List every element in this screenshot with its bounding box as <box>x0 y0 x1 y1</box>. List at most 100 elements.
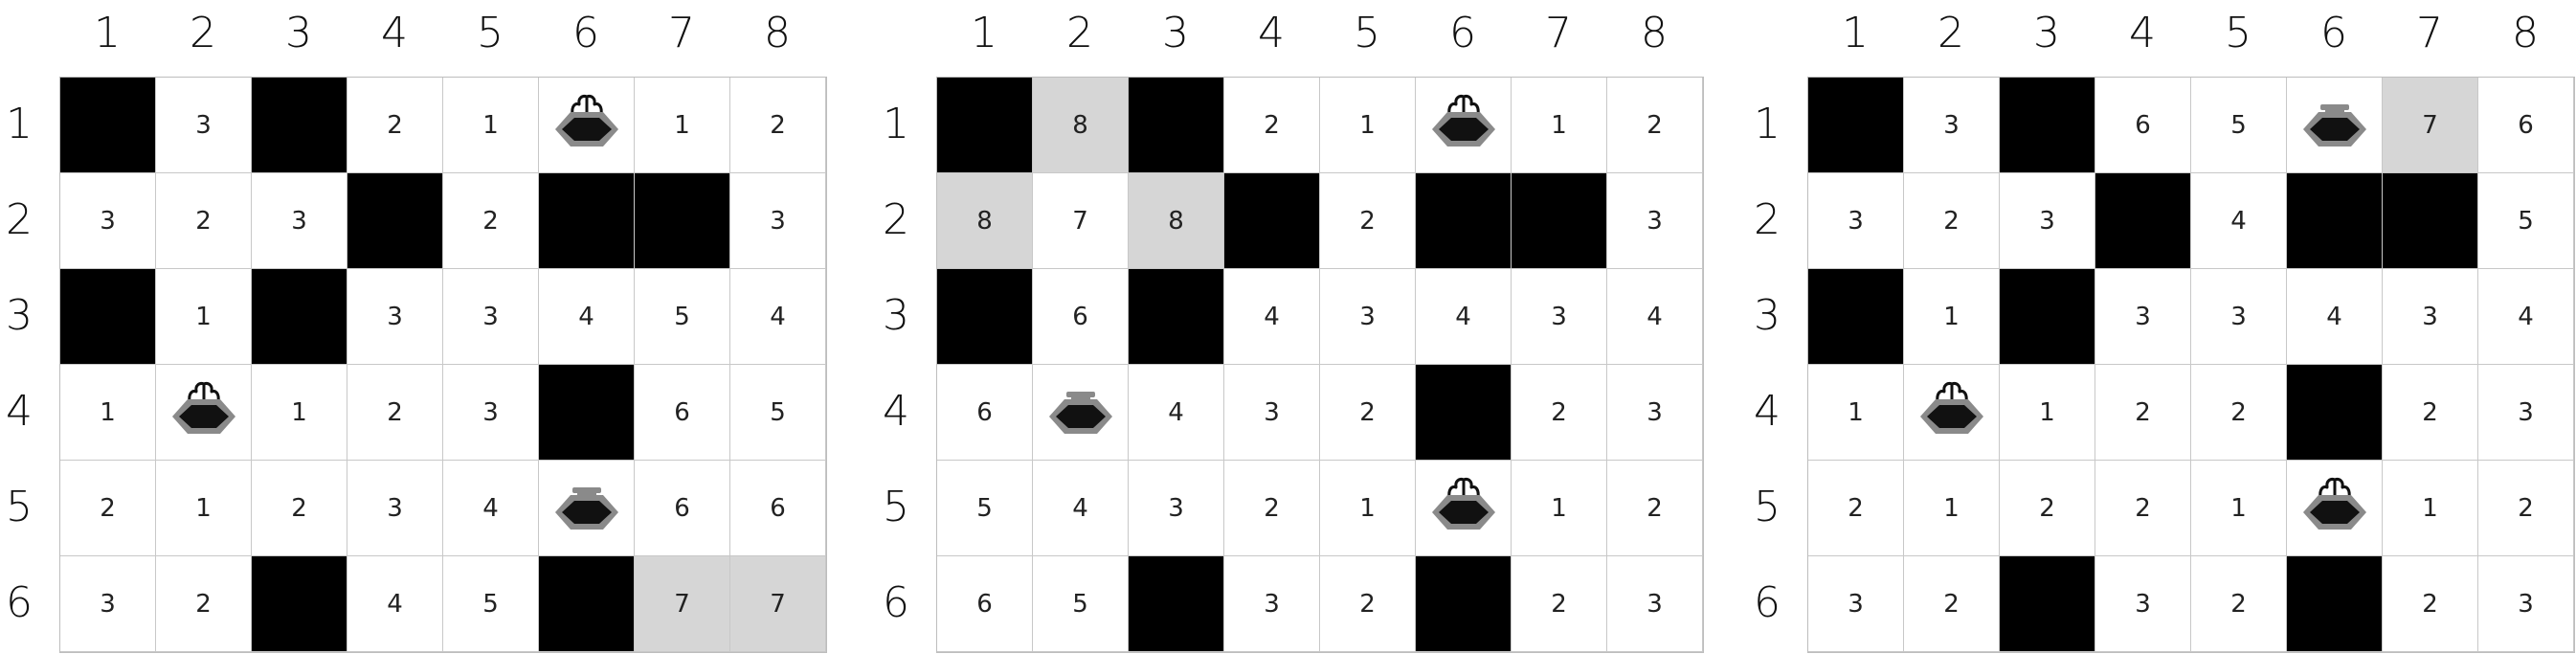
number-cell[interactable]: 3 <box>2478 556 2574 652</box>
highlighted-cell[interactable]: 7 <box>730 556 826 652</box>
fountain-cell[interactable] <box>1904 365 2000 461</box>
number-cell[interactable]: 1 <box>2191 461 2287 556</box>
fountain-cell[interactable] <box>1416 461 1512 556</box>
highlighted-cell[interactable]: 8 <box>1129 173 1224 269</box>
wall-cell[interactable] <box>1129 269 1224 365</box>
number-cell[interactable]: 3 <box>156 78 252 173</box>
number-cell[interactable]: 4 <box>1129 365 1224 461</box>
number-cell[interactable]: 2 <box>1607 78 1703 173</box>
wall-cell[interactable] <box>60 269 156 365</box>
fountain-cell[interactable] <box>2287 78 2383 173</box>
number-cell[interactable]: 3 <box>2383 269 2478 365</box>
number-cell[interactable]: 3 <box>730 173 826 269</box>
number-cell[interactable]: 5 <box>1033 556 1129 652</box>
wall-cell[interactable] <box>937 269 1033 365</box>
number-cell[interactable]: 3 <box>443 365 539 461</box>
wall-cell[interactable] <box>252 269 347 365</box>
number-cell[interactable]: 2 <box>156 556 252 652</box>
number-cell[interactable]: 4 <box>2191 173 2287 269</box>
number-cell[interactable]: 1 <box>1808 365 1904 461</box>
number-cell[interactable]: 2 <box>2191 556 2287 652</box>
number-cell[interactable]: 2 <box>1224 78 1320 173</box>
fountain-cell[interactable] <box>539 461 635 556</box>
number-cell[interactable]: 1 <box>252 365 347 461</box>
number-cell[interactable]: 4 <box>1416 269 1512 365</box>
wall-cell[interactable] <box>937 78 1033 173</box>
number-cell[interactable]: 6 <box>635 461 730 556</box>
wall-cell[interactable] <box>2095 173 2191 269</box>
number-cell[interactable]: 5 <box>937 461 1033 556</box>
number-cell[interactable]: 3 <box>2191 269 2287 365</box>
number-cell[interactable]: 1 <box>1320 78 1416 173</box>
number-cell[interactable]: 4 <box>2287 269 2383 365</box>
number-cell[interactable]: 3 <box>347 269 443 365</box>
number-cell[interactable]: 5 <box>2478 173 2574 269</box>
highlighted-cell[interactable]: 8 <box>937 173 1033 269</box>
number-cell[interactable]: 6 <box>2478 78 2574 173</box>
number-cell[interactable]: 3 <box>2478 365 2574 461</box>
number-cell[interactable]: 2 <box>347 78 443 173</box>
number-cell[interactable]: 6 <box>1033 269 1129 365</box>
number-cell[interactable]: 2 <box>1512 365 1607 461</box>
number-cell[interactable]: 3 <box>2000 173 2095 269</box>
wall-cell[interactable] <box>2287 173 2383 269</box>
number-cell[interactable]: 2 <box>2095 461 2191 556</box>
number-cell[interactable]: 2 <box>1512 556 1607 652</box>
number-cell[interactable]: 1 <box>156 461 252 556</box>
number-cell[interactable]: 4 <box>539 269 635 365</box>
fountain-cell[interactable] <box>2287 461 2383 556</box>
number-cell[interactable]: 3 <box>443 269 539 365</box>
number-cell[interactable]: 3 <box>1607 365 1703 461</box>
number-cell[interactable]: 1 <box>2383 461 2478 556</box>
number-cell[interactable]: 2 <box>1320 365 1416 461</box>
number-cell[interactable]: 2 <box>730 78 826 173</box>
number-cell[interactable]: 2 <box>347 365 443 461</box>
number-cell[interactable]: 5 <box>730 365 826 461</box>
wall-cell[interactable] <box>1224 173 1320 269</box>
wall-cell[interactable] <box>2000 269 2095 365</box>
number-cell[interactable]: 3 <box>347 461 443 556</box>
number-cell[interactable]: 4 <box>347 556 443 652</box>
wall-cell[interactable] <box>2287 556 2383 652</box>
highlighted-cell[interactable]: 7 <box>635 556 730 652</box>
number-cell[interactable]: 3 <box>1129 461 1224 556</box>
number-cell[interactable]: 2 <box>1808 461 1904 556</box>
number-cell[interactable]: 1 <box>1904 269 2000 365</box>
number-cell[interactable]: 6 <box>937 365 1033 461</box>
number-cell[interactable]: 3 <box>1904 78 2000 173</box>
number-cell[interactable]: 2 <box>252 461 347 556</box>
wall-cell[interactable] <box>539 365 635 461</box>
wall-cell[interactable] <box>347 173 443 269</box>
wall-cell[interactable] <box>1416 173 1512 269</box>
number-cell[interactable]: 1 <box>635 78 730 173</box>
number-cell[interactable]: 3 <box>2095 556 2191 652</box>
number-cell[interactable]: 6 <box>2095 78 2191 173</box>
number-cell[interactable]: 6 <box>635 365 730 461</box>
number-cell[interactable]: 1 <box>1904 461 2000 556</box>
number-cell[interactable]: 1 <box>156 269 252 365</box>
number-cell[interactable]: 4 <box>730 269 826 365</box>
number-cell[interactable]: 3 <box>1224 365 1320 461</box>
number-cell[interactable]: 1 <box>60 365 156 461</box>
number-cell[interactable]: 2 <box>2478 461 2574 556</box>
number-cell[interactable]: 3 <box>1512 269 1607 365</box>
number-cell[interactable]: 2 <box>2383 556 2478 652</box>
number-cell[interactable]: 5 <box>2191 78 2287 173</box>
fountain-cell[interactable] <box>156 365 252 461</box>
wall-cell[interactable] <box>2000 556 2095 652</box>
number-cell[interactable]: 3 <box>252 173 347 269</box>
number-cell[interactable]: 4 <box>1033 461 1129 556</box>
number-cell[interactable]: 2 <box>443 173 539 269</box>
wall-cell[interactable] <box>2000 78 2095 173</box>
number-cell[interactable]: 2 <box>1224 461 1320 556</box>
wall-cell[interactable] <box>2383 173 2478 269</box>
number-cell[interactable]: 2 <box>1320 556 1416 652</box>
wall-cell[interactable] <box>1808 78 1904 173</box>
number-cell[interactable]: 2 <box>2000 461 2095 556</box>
number-cell[interactable]: 1 <box>1512 461 1607 556</box>
number-cell[interactable]: 4 <box>1607 269 1703 365</box>
number-cell[interactable]: 5 <box>635 269 730 365</box>
number-cell[interactable]: 7 <box>1033 173 1129 269</box>
number-cell[interactable]: 1 <box>443 78 539 173</box>
highlighted-cell[interactable]: 7 <box>2383 78 2478 173</box>
